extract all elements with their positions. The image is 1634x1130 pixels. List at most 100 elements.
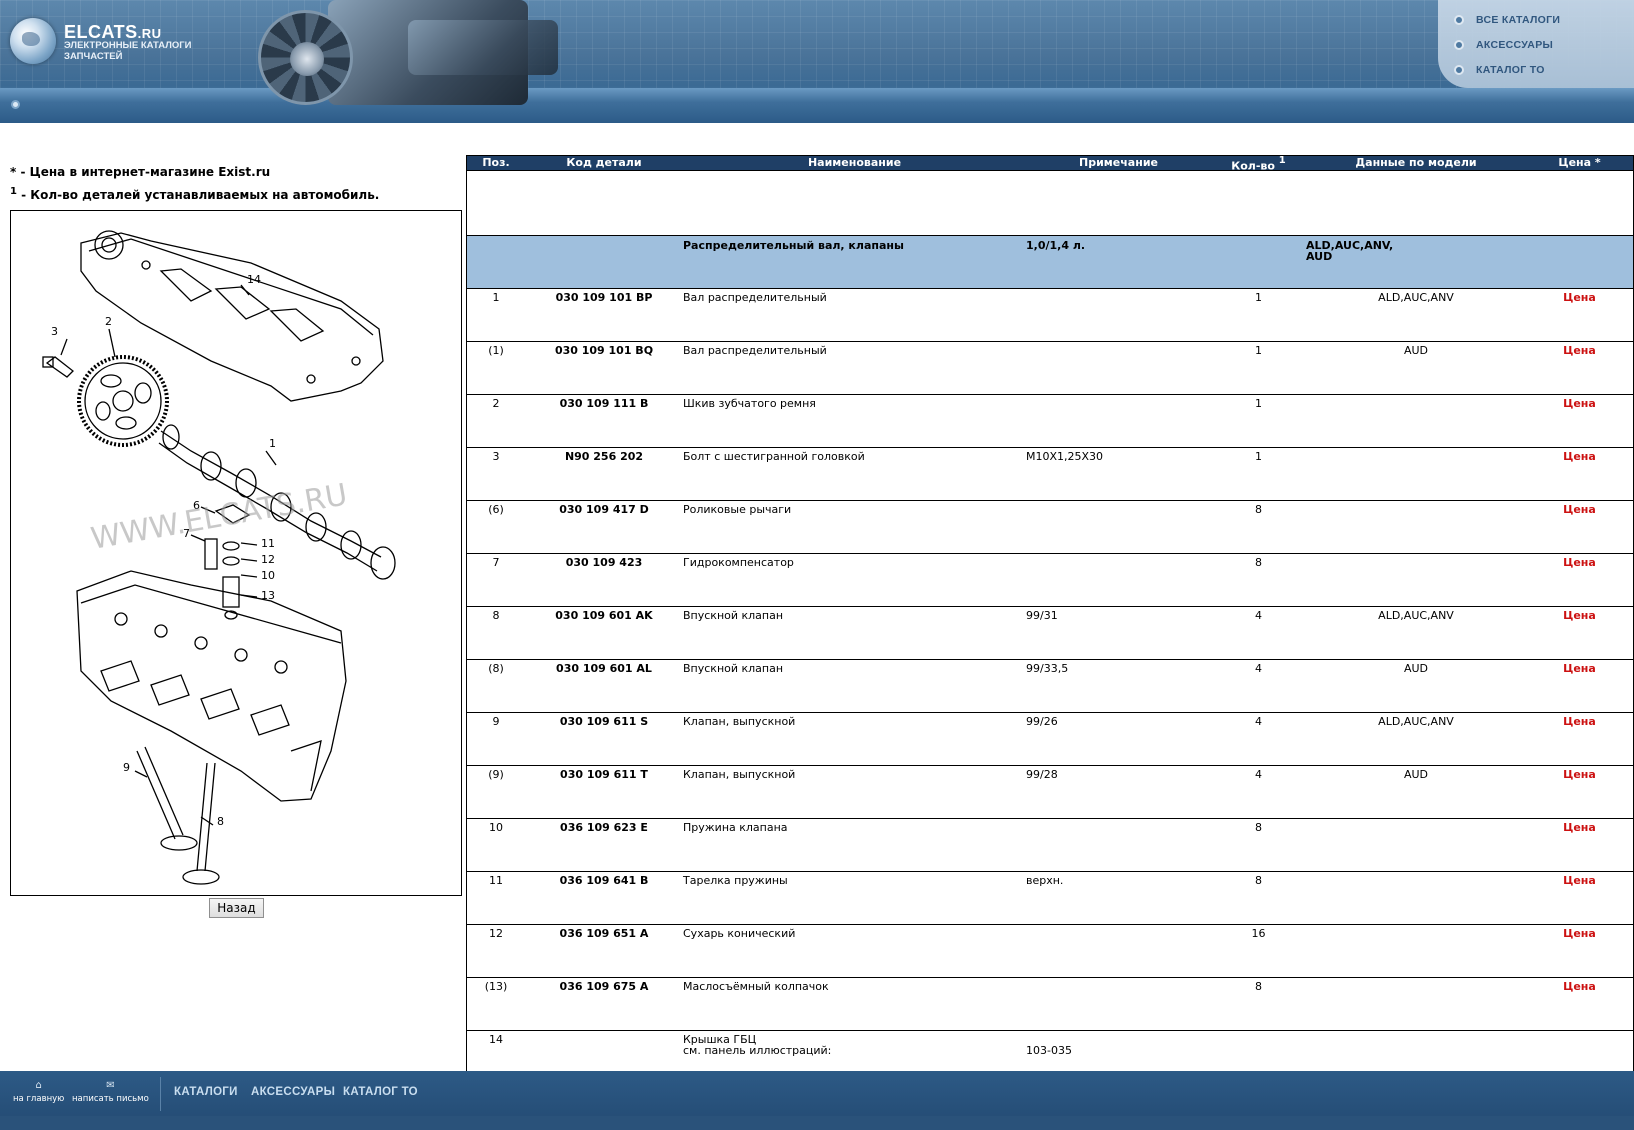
table-row: (1) 030 109 101 BQ Вал распределительный 1 A… bbox=[467, 342, 1633, 395]
table-row: (9) 030 109 611 T Клапан, выпускной 99/28 4 A… bbox=[467, 766, 1633, 819]
bullet-icon bbox=[1454, 40, 1464, 50]
cell-note: 99/28 bbox=[1026, 768, 1058, 781]
table-row: 11 036 109 641 B Тарелка пружины верхн. 8 Цен… bbox=[467, 872, 1633, 925]
cell-pos: 9 bbox=[492, 715, 500, 728]
cell-qty: 8 bbox=[1255, 874, 1262, 887]
footer-link-accessories[interactable]: АКСЕССУАРЫ bbox=[251, 1086, 335, 1098]
price-link[interactable]: Цена bbox=[1526, 978, 1633, 1030]
top-menu: ВСЕ КАТАЛОГИ АКСЕССУАРЫ КАТАЛОГ ТО bbox=[1438, 0, 1634, 88]
cell-name: Тарелка пружины bbox=[683, 874, 788, 887]
price-link[interactable]: Цена bbox=[1526, 501, 1633, 553]
table-row: 10 036 109 623 E Пружина клапана 8 Цена bbox=[467, 819, 1633, 872]
callout-3: 3 bbox=[51, 325, 58, 338]
cell-qty: 1 bbox=[1255, 291, 1262, 304]
cell-note: 99/26 bbox=[1026, 715, 1058, 728]
cell-pos: 1 bbox=[492, 291, 500, 304]
cell-part-code[interactable]: 030 109 101 BP bbox=[525, 289, 683, 341]
table-spacer bbox=[467, 170, 1633, 236]
cell-part-code[interactable]: 030 109 611 T bbox=[525, 766, 683, 818]
cell-part-code[interactable]: 030 109 601 AK bbox=[525, 607, 683, 659]
price-link[interactable]: Цена bbox=[1526, 554, 1633, 606]
cell-part-code[interactable]: 030 109 601 AL bbox=[525, 660, 683, 712]
cell-name: Шкив зубчатого ремня bbox=[683, 397, 816, 410]
price-link[interactable]: Цена bbox=[1526, 819, 1633, 871]
cell-name: Вал распределительный bbox=[683, 291, 827, 304]
bullet-icon bbox=[1454, 15, 1464, 25]
cell-qty: 8 bbox=[1255, 556, 1262, 569]
write-mail-button[interactable]: ✉ написать письмо bbox=[72, 1081, 149, 1105]
cell-note bbox=[1026, 395, 1211, 447]
cell-part-code[interactable]: 036 109 675 A bbox=[525, 978, 683, 1030]
cell-pos: (1) bbox=[488, 344, 504, 357]
price-link[interactable]: Цена bbox=[1526, 289, 1633, 341]
cell-pos: (8) bbox=[488, 662, 504, 675]
cell-model bbox=[1306, 925, 1526, 977]
cell-part-code[interactable]: 036 109 641 B bbox=[525, 872, 683, 924]
cell-qty: 8 bbox=[1255, 980, 1262, 993]
header-qty: Кол-во 1 bbox=[1231, 155, 1286, 173]
cell-name: Гидрокомпенсатор bbox=[683, 556, 794, 569]
price-note: * - Цена в интернет-магазине Exist.ru bbox=[10, 165, 271, 179]
price-link[interactable]: Цена bbox=[1526, 448, 1633, 500]
price-link[interactable]: Цена bbox=[1526, 872, 1633, 924]
footer-link-maintenance-catalog[interactable]: КАТАЛОГ ТО bbox=[343, 1086, 418, 1098]
cell-note bbox=[1026, 501, 1211, 553]
price-link[interactable]: Цена bbox=[1526, 925, 1633, 977]
cell-qty: 1 bbox=[1255, 344, 1262, 357]
cell-model bbox=[1306, 872, 1526, 924]
cell-part-code[interactable]: 030 109 101 BQ bbox=[525, 342, 683, 394]
cell-qty: 8 bbox=[1255, 821, 1262, 834]
cell-name: Маслосъёмный колпачок bbox=[683, 980, 829, 993]
cell-model: AUD bbox=[1403, 662, 1429, 675]
cell-qty: 4 bbox=[1255, 768, 1262, 781]
price-link[interactable]: Цена bbox=[1526, 713, 1633, 765]
cell-name: Болт с шестигранной головкой bbox=[683, 450, 865, 463]
callout-10: 10 bbox=[261, 569, 275, 582]
site-footer: ⌂ на главную ✉ написать письмо КАТАЛОГИ … bbox=[0, 1071, 1634, 1130]
cell-pos: 3 bbox=[492, 450, 500, 463]
footer-link-catalogs[interactable]: КАТАЛОГИ bbox=[174, 1086, 238, 1098]
price-link[interactable]: Цена bbox=[1526, 766, 1633, 818]
cell-name: Вал распределительный bbox=[683, 344, 827, 357]
table-row: 3 N90 256 202 Болт с шестигранной головкой… bbox=[467, 448, 1633, 501]
cell-model: ALD,AUC,ANV bbox=[1378, 715, 1454, 728]
table-row: 7 030 109 423 Гидрокомпенсатор 8 Цена bbox=[467, 554, 1633, 607]
parts-diagram: 14 3 2 1 6 7 11 12 10 13 9 8 WWW.ELCATS.… bbox=[10, 210, 462, 896]
cell-part-code[interactable]: 036 109 623 E bbox=[525, 819, 683, 871]
top-menu-maintenance-catalog[interactable]: КАТАЛОГ ТО bbox=[1454, 61, 1545, 79]
cell-part-code[interactable]: 036 109 651 A bbox=[525, 925, 683, 977]
cell-pos: 12 bbox=[489, 927, 503, 940]
cell-part-code[interactable]: 030 109 417 D bbox=[525, 501, 683, 553]
cell-part-code[interactable]: 030 109 423 bbox=[525, 554, 683, 606]
legend-notes: * - Цена в интернет-магазине Exist.ru 1 … bbox=[10, 162, 379, 205]
diagram-watermark: WWW.ELCATS.RU bbox=[88, 477, 350, 557]
price-link[interactable]: Цена bbox=[1526, 607, 1633, 659]
header-price: Цена * bbox=[1558, 156, 1601, 169]
cell-note bbox=[1026, 554, 1211, 606]
cell-part-code[interactable]: N90 256 202 bbox=[525, 448, 683, 500]
price-link[interactable]: Цена bbox=[1526, 395, 1633, 447]
top-menu-accessories[interactable]: АКСЕССУАРЫ bbox=[1454, 36, 1553, 54]
back-button[interactable]: Назад bbox=[209, 898, 264, 918]
price-link[interactable]: Цена bbox=[1526, 660, 1633, 712]
cell-note: M10X1,25X30 bbox=[1026, 450, 1104, 463]
cell-note: верхн. bbox=[1026, 874, 1064, 887]
cell-pos: 8 bbox=[492, 609, 500, 622]
header-grid-pattern bbox=[0, 0, 1634, 92]
cell-part-code[interactable]: 030 109 611 S bbox=[525, 713, 683, 765]
globe-logo-icon[interactable] bbox=[10, 18, 56, 64]
cell-part-code[interactable]: 030 109 111 B bbox=[525, 395, 683, 447]
table-row: 1 030 109 101 BP Вал распределительный 1 ALD… bbox=[467, 289, 1633, 342]
home-button[interactable]: ⌂ на главную bbox=[13, 1081, 64, 1105]
price-link[interactable]: Цена bbox=[1526, 342, 1633, 394]
cell-note bbox=[1026, 289, 1211, 341]
cell-model: AUD bbox=[1403, 344, 1429, 357]
cell-name: Впускной клапан bbox=[683, 609, 784, 622]
cell-note: 99/33,5 bbox=[1026, 662, 1069, 675]
group-note: 1,0/1,4 л. bbox=[1026, 239, 1086, 252]
top-menu-all-catalogs[interactable]: ВСЕ КАТАЛОГИ bbox=[1454, 11, 1560, 29]
parts-table: Поз. Код детали Наименование Примечание … bbox=[466, 155, 1634, 1085]
group-name: Распределительный вал, клапаны bbox=[683, 239, 904, 252]
header-bullet-icon[interactable] bbox=[11, 100, 20, 109]
table-row: 9 030 109 611 S Клапан, выпускной 99/26 4 ALD… bbox=[467, 713, 1633, 766]
